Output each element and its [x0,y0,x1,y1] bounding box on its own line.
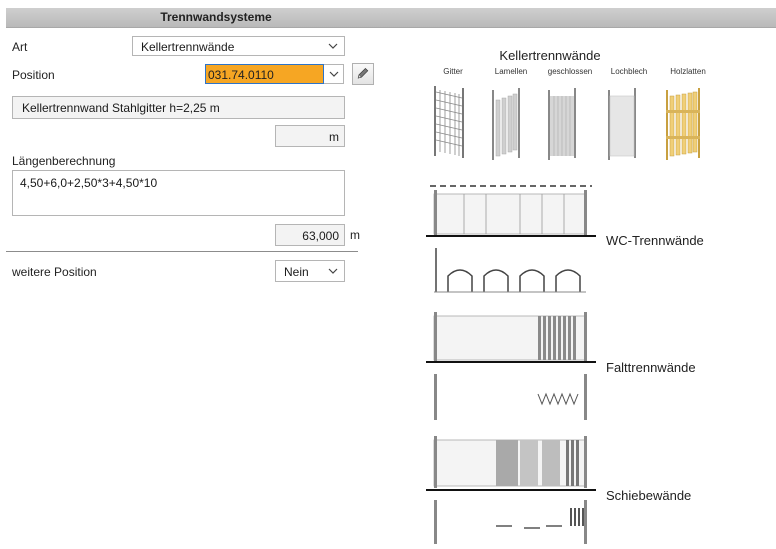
position-description: Kellertrennwand Stahlgitter h=2,25 m [22,101,220,115]
type-label-lochblech: Lochblech [610,67,648,76]
chevron-down-icon [328,43,338,49]
wc-front-icon [426,185,596,237]
quantity-unit: m [329,130,339,144]
kellertrennwaende-title: Kellertrennwände [499,48,601,63]
pencil-icon [357,67,369,79]
weitere-position-value: Nein [284,265,309,279]
title-bar: Trennwandsysteme [6,8,776,28]
quantity-field[interactable]: m [275,125,345,147]
position-value: 031.74.0110 [208,68,274,82]
position-input[interactable]: 031.74.0110 [205,64,324,84]
art-value: Kellertrennwände [141,40,235,54]
type-label-holzlatten: Holzlatten [670,67,706,76]
type-label-lamellen: Lamellen [494,67,528,76]
divider [6,251,358,252]
type-label-geschlossen: geschlossen [547,67,593,76]
panel-title: Trennwandsysteme [160,10,272,24]
weitere-position-label: weitere Position [12,265,97,279]
result-field: 63,000 [275,224,345,246]
lamellen-icon [492,88,520,160]
chevron-down-icon [328,268,338,274]
type-label-gitter: Gitter [443,67,463,76]
lochblech-icon [608,88,636,160]
partition-illustration [426,86,700,544]
schiebe-plan-icon [434,500,587,544]
weitere-position-select[interactable]: Nein [275,260,345,282]
formula-textarea[interactable]: 4,50+6,0+2,50*3+4,50*10 [12,170,345,216]
laengen-label: Längenberechnung [12,154,116,168]
wc-plan-icon [434,248,586,293]
falt-plan-icon [434,374,587,420]
edit-position-button[interactable] [352,63,374,85]
result-unit: m [350,228,360,242]
art-label: Art [12,40,28,54]
chevron-down-icon [329,71,339,77]
position-dropdown-button[interactable] [324,64,344,84]
result-value: 63,000 [302,229,339,243]
holzlatten-icon [666,88,700,160]
schiebewaende-label: Schiebewände [606,488,692,503]
position-description-field[interactable]: Kellertrennwand Stahlgitter h=2,25 m [12,96,345,119]
geschlossen-icon [548,88,576,160]
falt-front-icon [426,312,596,363]
falttrennwaende-label: Falttrennwände [606,360,696,375]
position-label: Position [12,68,55,82]
art-select[interactable]: Kellertrennwände [132,36,345,56]
wc-trennwaende-label: WC-Trennwände [606,233,704,248]
schiebe-front-icon [426,436,596,491]
gitter-icon [434,86,464,158]
formula-text: 4,50+6,0+2,50*3+4,50*10 [20,176,158,190]
